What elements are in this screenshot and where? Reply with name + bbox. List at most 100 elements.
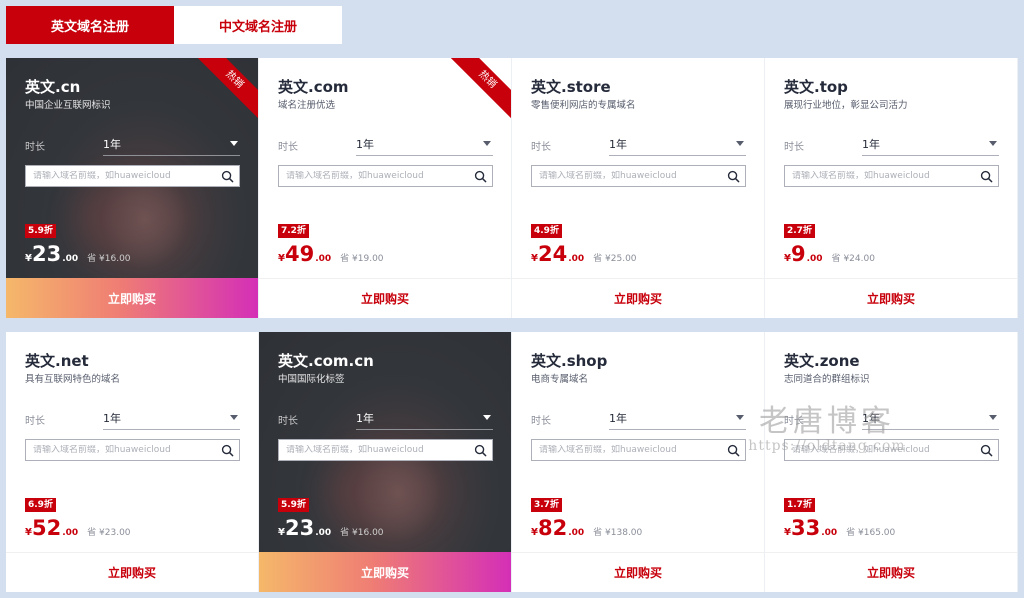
price-amount: 24	[537, 242, 568, 266]
domain-search-field[interactable]	[278, 165, 493, 187]
buy-now-button[interactable]: 立即购买	[259, 552, 511, 592]
duration-select[interactable]: 1年	[356, 406, 493, 430]
duration-label: 时长	[278, 416, 298, 427]
savings-text: 省 ¥16.00	[87, 251, 130, 264]
search-icon[interactable]	[221, 444, 234, 457]
duration-select[interactable]: 1年	[862, 132, 999, 156]
savings-amount: ¥138.00	[605, 528, 643, 538]
buy-now-button[interactable]: 立即购买	[6, 278, 258, 318]
duration-select[interactable]: 1年	[609, 132, 746, 156]
duration-value: 1年	[103, 411, 121, 425]
domain-prefix-input[interactable]	[539, 445, 719, 455]
buy-now-button[interactable]: 立即购买	[6, 552, 258, 592]
domain-card: 英文.store 零售便利网店的专属域名 时长 1年 4.9折 ¥ 24 .00…	[512, 58, 765, 318]
domain-subtitle: 展现行业地位，彰显公司活力	[784, 100, 908, 111]
domain-prefix-input[interactable]	[286, 171, 466, 181]
chevron-down-icon	[736, 141, 744, 146]
price-cents: .00	[62, 528, 79, 538]
duration-value: 1年	[862, 411, 880, 425]
domain-subtitle: 志同道合的群组标识	[784, 374, 870, 385]
domain-card: 热销 英文.cn 中国企业互联网标识 时长 1年 5.9折 ¥ 23 .00 省…	[6, 58, 259, 318]
tab-chinese-domain[interactable]: 中文域名注册	[174, 6, 342, 44]
currency-symbol: ¥	[531, 253, 538, 264]
domain-subtitle: 域名注册优选	[278, 100, 336, 111]
discount-badge: 5.9折	[278, 498, 309, 512]
chevron-down-icon	[989, 415, 997, 420]
duration-select[interactable]: 1年	[103, 406, 240, 430]
buy-now-button[interactable]: 立即购买	[765, 278, 1017, 318]
savings-prefix: 省	[87, 528, 97, 538]
domain-card: 英文.zone 志同道合的群组标识 时长 1年 1.7折 ¥ 33 .00 省 …	[765, 332, 1018, 592]
savings-amount: ¥24.00	[843, 254, 875, 264]
domain-card: 英文.top 展现行业地位，彰显公司活力 时长 1年 2.7折 ¥ 9 .00 …	[765, 58, 1018, 318]
chevron-down-icon	[230, 415, 238, 420]
savings-prefix: 省	[340, 528, 350, 538]
duration-label: 时长	[531, 142, 551, 153]
domain-search-field[interactable]	[25, 165, 240, 187]
duration-value: 1年	[609, 411, 627, 425]
savings-amount: ¥23.00	[99, 528, 131, 538]
tab-english-domain[interactable]: 英文域名注册	[6, 6, 174, 44]
domain-search-field[interactable]	[25, 439, 240, 461]
domain-prefix-input[interactable]	[286, 445, 466, 455]
price: ¥ 33 .00 省 ¥165.00	[784, 516, 895, 540]
discount-badge: 5.9折	[25, 224, 56, 238]
domain-title: 英文.zone	[784, 352, 860, 370]
discount-badge: 1.7折	[784, 498, 815, 512]
price: ¥ 23 .00 省 ¥16.00	[278, 516, 384, 540]
domain-search-field[interactable]	[531, 439, 746, 461]
hot-ribbon: 热销	[444, 58, 511, 123]
domain-search-field[interactable]	[531, 165, 746, 187]
domain-title: 英文.net	[25, 352, 89, 370]
search-icon[interactable]	[221, 170, 234, 183]
duration-label: 时长	[784, 142, 804, 153]
domain-title: 英文.com.cn	[278, 352, 374, 370]
hot-ribbon: 热销	[191, 58, 258, 123]
savings-text: 省 ¥138.00	[593, 525, 642, 538]
chevron-down-icon	[230, 141, 238, 146]
domain-prefix-input[interactable]	[33, 171, 213, 181]
duration-value: 1年	[356, 137, 374, 151]
duration-value: 1年	[103, 137, 121, 151]
price-amount: 23	[284, 516, 315, 540]
duration-label: 时长	[25, 142, 45, 153]
domain-prefix-input[interactable]	[792, 171, 972, 181]
domain-prefix-input[interactable]	[33, 445, 213, 455]
search-icon[interactable]	[727, 170, 740, 183]
search-icon[interactable]	[980, 444, 993, 457]
domain-prefix-input[interactable]	[792, 445, 972, 455]
currency-symbol: ¥	[25, 253, 32, 264]
domain-search-field[interactable]	[784, 165, 999, 187]
domain-prefix-input[interactable]	[539, 171, 719, 181]
search-icon[interactable]	[727, 444, 740, 457]
savings-text: 省 ¥16.00	[340, 525, 383, 538]
search-icon[interactable]	[474, 444, 487, 457]
search-icon[interactable]	[980, 170, 993, 183]
duration-select[interactable]: 1年	[609, 406, 746, 430]
duration-label: 时长	[784, 416, 804, 427]
search-icon[interactable]	[474, 170, 487, 183]
savings-amount: ¥16.00	[99, 254, 131, 264]
chevron-down-icon	[483, 415, 491, 420]
savings-text: 省 ¥19.00	[340, 251, 383, 264]
savings-amount: ¥19.00	[352, 254, 384, 264]
discount-badge: 4.9折	[531, 224, 562, 238]
savings-prefix: 省	[593, 528, 603, 538]
buy-now-button[interactable]: 立即购买	[512, 278, 764, 318]
buy-now-button[interactable]: 立即购买	[512, 552, 764, 592]
price: ¥ 23 .00 省 ¥16.00	[25, 242, 131, 266]
domain-search-field[interactable]	[278, 439, 493, 461]
chevron-down-icon	[989, 141, 997, 146]
currency-symbol: ¥	[278, 527, 285, 538]
savings-text: 省 ¥24.00	[832, 251, 875, 264]
savings-text: 省 ¥23.00	[87, 525, 130, 538]
buy-now-button[interactable]: 立即购买	[765, 552, 1017, 592]
currency-symbol: ¥	[25, 527, 32, 538]
duration-select[interactable]: 1年	[862, 406, 999, 430]
duration-select[interactable]: 1年	[103, 132, 240, 156]
savings-prefix: 省	[340, 254, 350, 264]
domain-search-field[interactable]	[784, 439, 999, 461]
domain-subtitle: 零售便利网店的专属域名	[531, 100, 636, 111]
buy-now-button[interactable]: 立即购买	[259, 278, 511, 318]
duration-select[interactable]: 1年	[356, 132, 493, 156]
